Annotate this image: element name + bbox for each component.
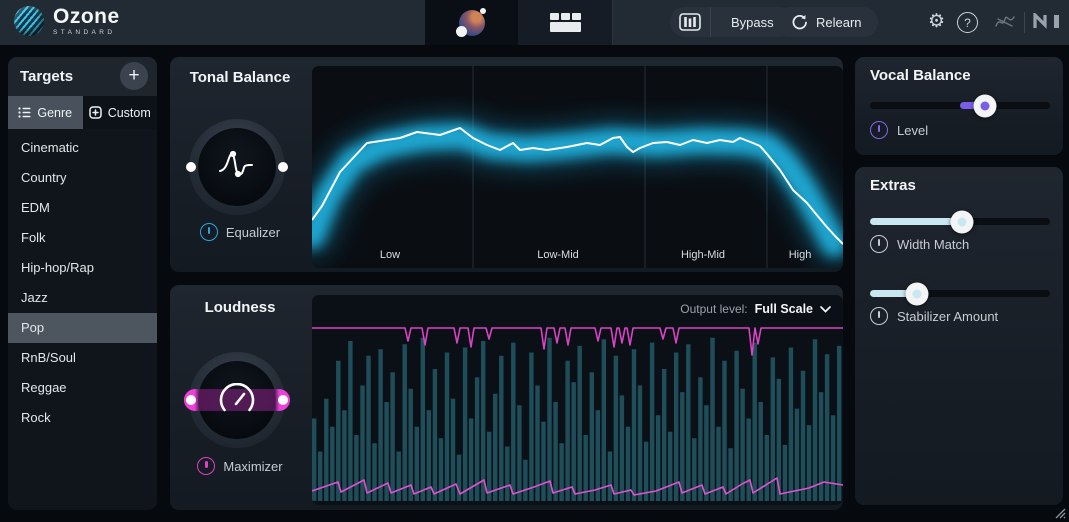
band-label-low-mid: Low-Mid	[537, 249, 579, 261]
band-label-high: High	[789, 249, 812, 261]
tonal-balance-panel: Tonal Balance Equalizer LowLow-MidHigh-M	[170, 57, 843, 272]
gauge-icon	[215, 383, 259, 417]
vocal-balance-title: Vocal Balance	[870, 67, 971, 84]
app-title: Ozone	[53, 6, 120, 27]
width-match-slider[interactable]	[870, 210, 1050, 233]
topbar-divider	[1024, 12, 1025, 33]
ozone-sphere-icon	[14, 6, 44, 36]
tonal-balance-display: Low Low-Mid High-Mid High	[312, 66, 843, 268]
maximizer-knob[interactable]	[189, 352, 285, 448]
width-match-power-icon[interactable]	[870, 235, 888, 253]
extras-panel: Extras Width Match Stabilizer Amount	[855, 167, 1063, 505]
stabilizer-amount-slider-handle[interactable]	[905, 282, 928, 305]
sidebar-item-folk[interactable]: Folk	[8, 223, 157, 253]
output-level-value: Full Scale	[755, 302, 813, 316]
knob-min-dot	[186, 162, 196, 172]
output-level-label: Output level:	[680, 302, 747, 316]
vocal-level-slider[interactable]	[870, 94, 1050, 117]
vocal-level-label: Level	[897, 123, 928, 138]
equalizer-module-row[interactable]: Equalizer	[170, 223, 310, 241]
loudness-display: Output level: Full Scale	[312, 295, 843, 505]
settings-gear-icon[interactable]: ⚙	[928, 12, 945, 31]
tab-genre-label: Genre	[37, 106, 72, 120]
module-bypass-icon-button[interactable]	[670, 7, 711, 37]
maximizer-power-icon[interactable]	[197, 457, 215, 475]
loudness-waveform-chart	[312, 295, 843, 505]
sidebar-item-cinematic[interactable]: Cinematic	[8, 133, 157, 163]
loudness-title: Loudness	[170, 299, 310, 316]
faders-icon	[679, 13, 701, 31]
loudness-panel: Loudness Maximizer Output level: Full Sc…	[170, 285, 843, 510]
tab-custom[interactable]: Custom	[83, 96, 158, 129]
relearn-label: Relearn	[816, 15, 862, 30]
stabilizer-amount-power-icon[interactable]	[870, 307, 888, 325]
sidebar-item-jazz[interactable]: Jazz	[8, 283, 157, 313]
app-subtitle: STANDARD	[53, 30, 120, 37]
maximizer-label: Maximizer	[223, 459, 282, 474]
tonal-balance-title: Tonal Balance	[170, 69, 310, 86]
app-logo: Ozone STANDARD	[14, 6, 120, 37]
tonal-spectrum-chart	[312, 66, 843, 268]
equalizer-knob[interactable]	[189, 119, 285, 215]
eq-curve-icon	[214, 147, 260, 187]
output-level-dropdown[interactable]: Output level: Full Scale	[680, 302, 831, 316]
targets-title: Targets	[20, 57, 73, 96]
target-tabs: Genre Custom	[8, 96, 157, 129]
maximizer-module-row[interactable]: Maximizer	[170, 457, 310, 475]
knob-min-dot	[186, 395, 196, 405]
tab-custom-label: Custom	[108, 106, 151, 120]
stabilizer-amount-row: Stabilizer Amount	[870, 307, 998, 325]
knob-max-dot	[278, 162, 288, 172]
targets-header: Targets +	[8, 57, 157, 96]
refresh-icon	[791, 14, 808, 31]
equalizer-power-icon[interactable]	[200, 223, 218, 241]
sidebar-item-edm[interactable]: EDM	[8, 193, 157, 223]
band-label-high-mid: High-Mid	[681, 249, 725, 261]
sidebar-item-country[interactable]: Country	[8, 163, 157, 193]
genre-list: CinematicCountryEDMFolkHip-hop/RapJazzPo…	[8, 133, 157, 433]
tab-detect-view[interactable]	[425, 0, 518, 45]
sidebar-item-rnb-soul[interactable]: RnB/Soul	[8, 343, 157, 373]
relearn-button[interactable]: Relearn	[775, 7, 878, 37]
sidebar-item-pop[interactable]: Pop	[8, 313, 157, 343]
tab-genre[interactable]: Genre	[8, 96, 83, 129]
izotope-logo-icon	[993, 13, 1017, 31]
ozone-window: Ozone STANDARD Bypass	[0, 0, 1069, 522]
sidebar-item-hip-hop-rap[interactable]: Hip-hop/Rap	[8, 253, 157, 283]
width-match-slider-handle[interactable]	[950, 210, 973, 233]
stabilizer-amount-label: Stabilizer Amount	[897, 309, 998, 324]
width-match-label: Width Match	[897, 237, 969, 252]
knob-max-dot	[278, 395, 288, 405]
planet-icon	[459, 10, 485, 36]
chevron-down-icon	[820, 306, 831, 313]
sidebar-item-rock[interactable]: Rock	[8, 403, 157, 433]
module-chain-icon	[550, 13, 581, 32]
targets-sidebar: Targets + Genre Custom CinematicCountryE	[8, 57, 157, 510]
vocal-level-power-icon[interactable]	[870, 121, 888, 139]
topbar: Ozone STANDARD Bypass	[0, 0, 1069, 45]
sidebar-item-reggae[interactable]: Reggae	[8, 373, 157, 403]
help-icon[interactable]: ?	[957, 12, 978, 33]
add-target-button[interactable]: +	[120, 62, 148, 90]
native-instruments-logo	[1033, 13, 1063, 30]
vocal-balance-panel: Vocal Balance Level	[855, 57, 1063, 155]
vocal-level-slider-handle[interactable]	[974, 94, 997, 117]
equalizer-label: Equalizer	[226, 225, 280, 240]
tab-module-chain-view[interactable]	[518, 0, 613, 45]
band-label-low: Low	[380, 249, 400, 261]
stabilizer-amount-slider[interactable]	[870, 282, 1050, 305]
list-icon	[18, 107, 31, 118]
extras-title: Extras	[870, 177, 916, 194]
vocal-level-row: Level	[870, 121, 928, 139]
width-match-row: Width Match	[870, 235, 969, 253]
add-square-icon	[89, 106, 102, 119]
window-resize-handle[interactable]	[1052, 505, 1066, 519]
